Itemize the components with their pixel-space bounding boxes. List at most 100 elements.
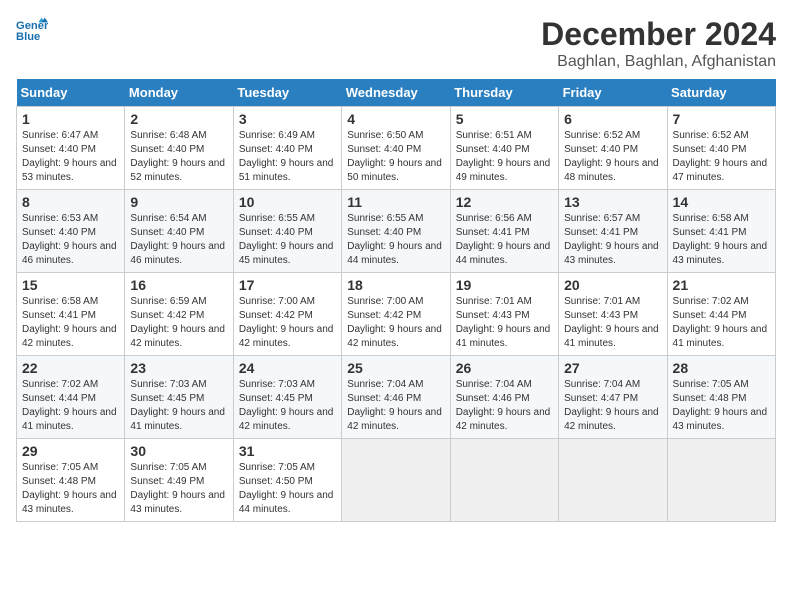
calendar-day-cell: 27 Sunrise: 7:04 AM Sunset: 4:47 PM Dayl… xyxy=(559,356,667,439)
weekday-header: Wednesday xyxy=(342,79,450,107)
day-number: 17 xyxy=(239,277,336,293)
day-number: 9 xyxy=(130,194,227,210)
day-number: 28 xyxy=(673,360,770,376)
day-info: Sunrise: 7:01 AM Sunset: 4:43 PM Dayligh… xyxy=(564,295,661,351)
weekday-header: Thursday xyxy=(450,79,558,107)
day-number: 24 xyxy=(239,360,336,376)
calendar-day-cell: 3 Sunrise: 6:49 AM Sunset: 4:40 PM Dayli… xyxy=(233,107,341,190)
calendar-day-cell: 26 Sunrise: 7:04 AM Sunset: 4:46 PM Dayl… xyxy=(450,356,558,439)
day-info: Sunrise: 7:05 AM Sunset: 4:49 PM Dayligh… xyxy=(130,461,227,517)
day-number: 13 xyxy=(564,194,661,210)
month-title: December 2024 xyxy=(541,16,776,53)
day-info: Sunrise: 6:51 AM Sunset: 4:40 PM Dayligh… xyxy=(456,129,553,185)
calendar-day-cell: 28 Sunrise: 7:05 AM Sunset: 4:48 PM Dayl… xyxy=(667,356,775,439)
weekday-header: Tuesday xyxy=(233,79,341,107)
calendar-day-cell: 19 Sunrise: 7:01 AM Sunset: 4:43 PM Dayl… xyxy=(450,273,558,356)
calendar-table: SundayMondayTuesdayWednesdayThursdayFrid… xyxy=(16,79,776,522)
day-info: Sunrise: 7:02 AM Sunset: 4:44 PM Dayligh… xyxy=(22,378,119,434)
day-info: Sunrise: 6:55 AM Sunset: 4:40 PM Dayligh… xyxy=(347,212,444,268)
calendar-day-cell: 25 Sunrise: 7:04 AM Sunset: 4:46 PM Dayl… xyxy=(342,356,450,439)
calendar-week-row: 1 Sunrise: 6:47 AM Sunset: 4:40 PM Dayli… xyxy=(17,107,776,190)
calendar-header-row: SundayMondayTuesdayWednesdayThursdayFrid… xyxy=(17,79,776,107)
calendar-day-cell: 23 Sunrise: 7:03 AM Sunset: 4:45 PM Dayl… xyxy=(125,356,233,439)
day-info: Sunrise: 7:01 AM Sunset: 4:43 PM Dayligh… xyxy=(456,295,553,351)
day-number: 20 xyxy=(564,277,661,293)
day-number: 23 xyxy=(130,360,227,376)
day-number: 2 xyxy=(130,111,227,127)
calendar-day-cell: 18 Sunrise: 7:00 AM Sunset: 4:42 PM Dayl… xyxy=(342,273,450,356)
calendar-day-cell: 20 Sunrise: 7:01 AM Sunset: 4:43 PM Dayl… xyxy=(559,273,667,356)
calendar-week-row: 8 Sunrise: 6:53 AM Sunset: 4:40 PM Dayli… xyxy=(17,190,776,273)
day-number: 21 xyxy=(673,277,770,293)
page-header: General Blue December 2024 Baghlan, Bagh… xyxy=(16,16,776,71)
day-info: Sunrise: 6:52 AM Sunset: 4:40 PM Dayligh… xyxy=(673,129,770,185)
day-info: Sunrise: 6:57 AM Sunset: 4:41 PM Dayligh… xyxy=(564,212,661,268)
logo: General Blue xyxy=(16,16,48,44)
calendar-day-cell: 31 Sunrise: 7:05 AM Sunset: 4:50 PM Dayl… xyxy=(233,439,341,522)
calendar-body: 1 Sunrise: 6:47 AM Sunset: 4:40 PM Dayli… xyxy=(17,107,776,522)
calendar-day-cell: 22 Sunrise: 7:02 AM Sunset: 4:44 PM Dayl… xyxy=(17,356,125,439)
calendar-day-cell: 16 Sunrise: 6:59 AM Sunset: 4:42 PM Dayl… xyxy=(125,273,233,356)
calendar-day-cell: 8 Sunrise: 6:53 AM Sunset: 4:40 PM Dayli… xyxy=(17,190,125,273)
day-number: 16 xyxy=(130,277,227,293)
calendar-day-cell: 1 Sunrise: 6:47 AM Sunset: 4:40 PM Dayli… xyxy=(17,107,125,190)
day-info: Sunrise: 6:49 AM Sunset: 4:40 PM Dayligh… xyxy=(239,129,336,185)
day-number: 7 xyxy=(673,111,770,127)
day-number: 10 xyxy=(239,194,336,210)
calendar-day-cell: 6 Sunrise: 6:52 AM Sunset: 4:40 PM Dayli… xyxy=(559,107,667,190)
day-number: 29 xyxy=(22,443,119,459)
calendar-day-cell xyxy=(559,439,667,522)
day-number: 31 xyxy=(239,443,336,459)
day-info: Sunrise: 6:50 AM Sunset: 4:40 PM Dayligh… xyxy=(347,129,444,185)
calendar-day-cell: 5 Sunrise: 6:51 AM Sunset: 4:40 PM Dayli… xyxy=(450,107,558,190)
day-number: 6 xyxy=(564,111,661,127)
calendar-day-cell: 7 Sunrise: 6:52 AM Sunset: 4:40 PM Dayli… xyxy=(667,107,775,190)
day-number: 22 xyxy=(22,360,119,376)
weekday-header: Saturday xyxy=(667,79,775,107)
weekday-header: Sunday xyxy=(17,79,125,107)
day-info: Sunrise: 6:53 AM Sunset: 4:40 PM Dayligh… xyxy=(22,212,119,268)
calendar-week-row: 22 Sunrise: 7:02 AM Sunset: 4:44 PM Dayl… xyxy=(17,356,776,439)
calendar-day-cell: 11 Sunrise: 6:55 AM Sunset: 4:40 PM Dayl… xyxy=(342,190,450,273)
calendar-day-cell: 10 Sunrise: 6:55 AM Sunset: 4:40 PM Dayl… xyxy=(233,190,341,273)
day-info: Sunrise: 7:04 AM Sunset: 4:46 PM Dayligh… xyxy=(347,378,444,434)
calendar-day-cell: 21 Sunrise: 7:02 AM Sunset: 4:44 PM Dayl… xyxy=(667,273,775,356)
weekday-header: Friday xyxy=(559,79,667,107)
day-info: Sunrise: 7:00 AM Sunset: 4:42 PM Dayligh… xyxy=(347,295,444,351)
day-number: 11 xyxy=(347,194,444,210)
day-number: 4 xyxy=(347,111,444,127)
day-info: Sunrise: 6:54 AM Sunset: 4:40 PM Dayligh… xyxy=(130,212,227,268)
calendar-day-cell: 9 Sunrise: 6:54 AM Sunset: 4:40 PM Dayli… xyxy=(125,190,233,273)
day-number: 30 xyxy=(130,443,227,459)
day-number: 5 xyxy=(456,111,553,127)
day-info: Sunrise: 7:04 AM Sunset: 4:46 PM Dayligh… xyxy=(456,378,553,434)
location-title: Baghlan, Baghlan, Afghanistan xyxy=(541,53,776,71)
day-number: 1 xyxy=(22,111,119,127)
day-info: Sunrise: 7:04 AM Sunset: 4:47 PM Dayligh… xyxy=(564,378,661,434)
day-info: Sunrise: 6:59 AM Sunset: 4:42 PM Dayligh… xyxy=(130,295,227,351)
weekday-header: Monday xyxy=(125,79,233,107)
calendar-day-cell: 17 Sunrise: 7:00 AM Sunset: 4:42 PM Dayl… xyxy=(233,273,341,356)
calendar-day-cell: 30 Sunrise: 7:05 AM Sunset: 4:49 PM Dayl… xyxy=(125,439,233,522)
calendar-day-cell xyxy=(342,439,450,522)
day-number: 15 xyxy=(22,277,119,293)
day-number: 14 xyxy=(673,194,770,210)
calendar-day-cell: 13 Sunrise: 6:57 AM Sunset: 4:41 PM Dayl… xyxy=(559,190,667,273)
calendar-week-row: 29 Sunrise: 7:05 AM Sunset: 4:48 PM Dayl… xyxy=(17,439,776,522)
day-info: Sunrise: 6:58 AM Sunset: 4:41 PM Dayligh… xyxy=(673,212,770,268)
day-number: 18 xyxy=(347,277,444,293)
day-info: Sunrise: 7:00 AM Sunset: 4:42 PM Dayligh… xyxy=(239,295,336,351)
logo-icon: General Blue xyxy=(16,16,48,44)
day-number: 26 xyxy=(456,360,553,376)
calendar-day-cell: 2 Sunrise: 6:48 AM Sunset: 4:40 PM Dayli… xyxy=(125,107,233,190)
day-info: Sunrise: 6:58 AM Sunset: 4:41 PM Dayligh… xyxy=(22,295,119,351)
calendar-day-cell xyxy=(450,439,558,522)
calendar-day-cell: 12 Sunrise: 6:56 AM Sunset: 4:41 PM Dayl… xyxy=(450,190,558,273)
day-number: 12 xyxy=(456,194,553,210)
calendar-day-cell: 24 Sunrise: 7:03 AM Sunset: 4:45 PM Dayl… xyxy=(233,356,341,439)
day-info: Sunrise: 7:02 AM Sunset: 4:44 PM Dayligh… xyxy=(673,295,770,351)
calendar-day-cell: 14 Sunrise: 6:58 AM Sunset: 4:41 PM Dayl… xyxy=(667,190,775,273)
day-number: 3 xyxy=(239,111,336,127)
day-info: Sunrise: 6:52 AM Sunset: 4:40 PM Dayligh… xyxy=(564,129,661,185)
calendar-day-cell xyxy=(667,439,775,522)
